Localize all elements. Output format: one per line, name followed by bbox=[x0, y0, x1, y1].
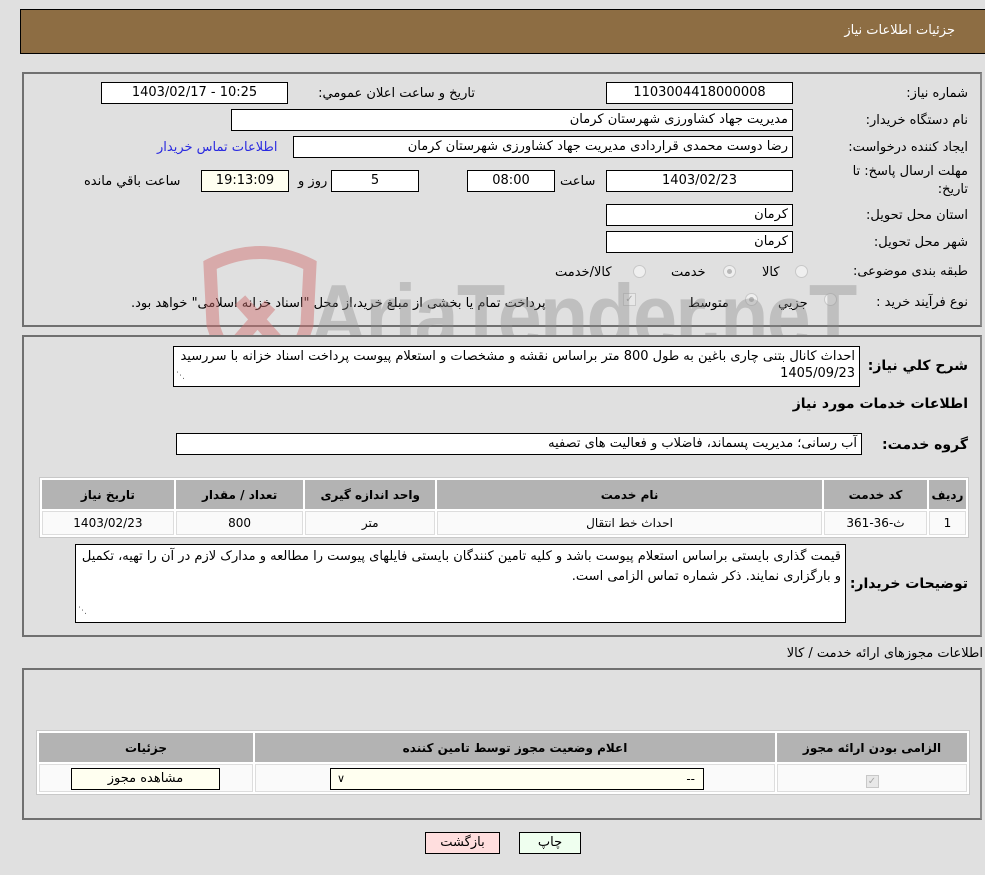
col-service-name: نام خدمت bbox=[437, 480, 823, 509]
services-table: ردیف کد خدمت نام خدمت واحد اندازه گیری ت… bbox=[39, 477, 969, 538]
province-field: کرمان bbox=[606, 204, 793, 226]
print-button[interactable]: چاپ bbox=[519, 832, 581, 854]
buyer-contact-link[interactable]: اطلاعات تماس خریدار bbox=[157, 140, 277, 155]
service-group-label: گروه خدمت: bbox=[882, 437, 968, 453]
col-quantity: تعداد / مقدار bbox=[175, 480, 304, 509]
cell-row: 1 bbox=[928, 511, 966, 535]
time-label: ساعت bbox=[560, 174, 596, 189]
resize-grip-icon[interactable]: ⋰ bbox=[176, 368, 185, 385]
back-button[interactable]: بازگشت bbox=[425, 832, 500, 854]
remaining-time-field: 19:13:09 bbox=[201, 170, 289, 192]
city-field: کرمان bbox=[606, 231, 793, 253]
category-option-goods: کالا bbox=[762, 265, 780, 280]
treasury-text: پرداخت تمام یا بخشی از مبلغ خرید،از محل … bbox=[131, 296, 546, 311]
announce-datetime-field: 1403/02/17 - 10:25 bbox=[101, 82, 288, 104]
buyer-org-field: مدیریت جهاد کشاورزی شهرستان کرمان bbox=[231, 109, 793, 131]
col-row: ردیف bbox=[928, 480, 966, 509]
cell-service-code: ث-36-361 bbox=[824, 511, 927, 535]
cell-quantity: 800 bbox=[175, 511, 304, 535]
cell-permit-details: مشاهده مجوز bbox=[39, 764, 253, 792]
cell-unit: متر bbox=[305, 511, 436, 535]
col-permit-required: الزامی بودن ارائه مجوز bbox=[777, 733, 967, 762]
page-title: جزئیات اطلاعات نیاز bbox=[844, 23, 955, 38]
category-radio-goods-service[interactable] bbox=[633, 265, 646, 278]
col-permit-details: جزئیات bbox=[39, 733, 253, 762]
permits-section-title: اطلاعات مجوزهای ارائه خدمت / کالا bbox=[786, 646, 983, 661]
resize-grip-icon[interactable]: ⋰ bbox=[78, 601, 87, 621]
requester-label: ایجاد کننده درخواست: bbox=[848, 140, 968, 155]
deadline-label-2: تاریخ: bbox=[937, 182, 968, 197]
permit-status-select[interactable]: ∨ -- bbox=[330, 768, 704, 790]
col-unit: واحد اندازه گیری bbox=[305, 480, 436, 509]
deadline-date-field: 1403/02/23 bbox=[606, 170, 793, 192]
permits-table: الزامی بودن ارائه مجوز اعلام وضعیت مجوز … bbox=[36, 730, 970, 795]
col-need-date: تاریخ نیاز bbox=[42, 480, 174, 509]
process-label: نوع فرآیند خرید : bbox=[876, 295, 968, 310]
cell-permit-status: ∨ -- bbox=[255, 764, 775, 792]
category-option-goods-service: کالا/خدمت bbox=[555, 265, 612, 280]
province-label: استان محل تحویل: bbox=[866, 208, 968, 223]
col-service-code: کد خدمت bbox=[824, 480, 927, 509]
deadline-label: مهلت ارسال پاسخ: تا bbox=[852, 164, 968, 179]
need-number-label: شماره نیاز: bbox=[906, 86, 968, 101]
description-textarea[interactable]: احداث کانال بتنی چاری باغین به طول 800 م… bbox=[173, 346, 860, 387]
category-option-service: خدمت bbox=[671, 265, 706, 280]
view-permit-button[interactable]: مشاهده مجوز bbox=[71, 768, 220, 790]
process-radio-minor[interactable] bbox=[824, 293, 837, 306]
permit-required-checkbox[interactable]: ✓ bbox=[865, 774, 879, 788]
process-radio-medium[interactable] bbox=[745, 293, 758, 306]
permits-table-header: الزامی بودن ارائه مجوز اعلام وضعیت مجوز … bbox=[39, 733, 967, 762]
service-group-field: آب رسانی؛ مدیریت پسماند، فاضلاب و فعالیت… bbox=[176, 433, 862, 455]
days-label: روز و bbox=[298, 174, 328, 189]
deadline-time-field: 08:00 bbox=[467, 170, 555, 192]
announce-label: تاریخ و ساعت اعلان عمومي: bbox=[318, 86, 475, 101]
requester-field: رضا دوست محمدی قراردادی مدیریت جهاد کشاو… bbox=[293, 136, 793, 158]
page-header: جزئیات اطلاعات نیاز bbox=[20, 9, 985, 54]
category-label: طبقه بندی موضوعی: bbox=[852, 264, 968, 279]
col-permit-status: اعلام وضعیت مجوز توسط تامین کننده bbox=[255, 733, 775, 762]
description-label: شرح کلي نیاز: bbox=[867, 358, 968, 374]
process-option-medium: متوسط bbox=[688, 296, 729, 311]
days-remaining-field: 5 bbox=[331, 170, 419, 192]
chevron-down-icon: ∨ bbox=[337, 772, 346, 785]
table-row: 1 ث-36-361 احداث خط انتقال متر 800 1403/… bbox=[42, 511, 966, 535]
remaining-time-label: ساعت باقي مانده bbox=[84, 174, 181, 189]
category-radio-goods[interactable] bbox=[795, 265, 808, 278]
table-row: ✓ ∨ -- مشاهده مجوز bbox=[39, 764, 967, 792]
buyer-org-label: نام دستگاه خریدار: bbox=[865, 113, 968, 128]
cell-need-date: 1403/02/23 bbox=[42, 511, 174, 535]
buyer-notes-label: توضیحات خریدار: bbox=[849, 576, 968, 592]
cell-permit-required: ✓ bbox=[777, 764, 967, 792]
process-option-minor: جزيي bbox=[778, 296, 808, 311]
city-label: شهر محل تحویل: bbox=[873, 235, 968, 250]
services-table-header: ردیف کد خدمت نام خدمت واحد اندازه گیری ت… bbox=[42, 480, 966, 509]
cell-service-name: احداث خط انتقال bbox=[437, 511, 823, 535]
need-number-field: 1103004418000008 bbox=[606, 82, 793, 104]
category-radio-service[interactable] bbox=[723, 265, 736, 278]
buyer-notes-textarea[interactable]: قیمت گذاری بایستی براساس استعلام پیوست ب… bbox=[75, 544, 846, 623]
services-section-title: اطلاعات خدمات مورد نیاز bbox=[792, 396, 968, 412]
treasury-checkbox[interactable]: ✓ bbox=[623, 293, 636, 306]
